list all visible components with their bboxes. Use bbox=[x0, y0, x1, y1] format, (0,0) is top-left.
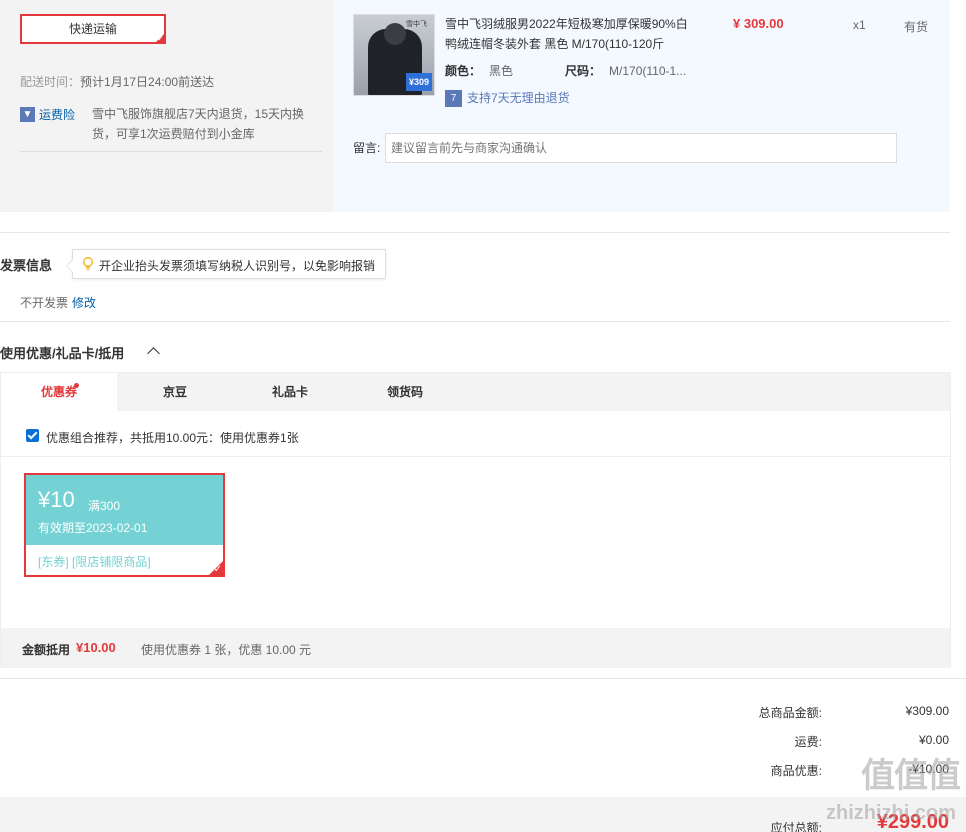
tab-jingdou[interactable]: 京豆 bbox=[117, 373, 233, 411]
watermark-logo: 值值值 bbox=[861, 757, 961, 795]
tab-label: 优惠券 bbox=[40, 385, 77, 399]
freight-insurance-link[interactable]: 运费险 bbox=[39, 106, 75, 123]
check-icon: ✓ bbox=[157, 34, 164, 43]
order-item-section: 快递运输 ✓ 配送时间：预计1月17日24:00前送达 ▼ 运费险 雪中飞服饰旗… bbox=[0, 0, 950, 212]
invoice-value: 不开发票 bbox=[20, 296, 69, 310]
size-key: 尺码： bbox=[565, 64, 602, 78]
discount-label: 商品优惠: bbox=[770, 764, 822, 778]
invoice-edit-link[interactable]: 修改 bbox=[72, 294, 96, 311]
notification-dot bbox=[74, 383, 79, 388]
delivery-time-key: 配送时间： bbox=[20, 75, 81, 89]
divider bbox=[0, 232, 950, 233]
delivery-time: 配送时间：预计1月17日24:00前送达 bbox=[20, 73, 214, 90]
image-price-badge: ¥309 bbox=[406, 73, 432, 91]
shield-icon: ▼ bbox=[20, 107, 35, 122]
check-icon: ✓ bbox=[213, 564, 222, 575]
coupon-expiry: 有效期至2023-02-01 bbox=[38, 521, 148, 535]
summary-value: ¥10.00 bbox=[76, 640, 116, 655]
shipping-method-label: 快递运输 bbox=[68, 22, 117, 36]
divider bbox=[20, 151, 322, 152]
tab-label: 京豆 bbox=[162, 385, 187, 399]
delivery-time-value: 预计1月17日24:00前送达 bbox=[80, 75, 215, 89]
freight-value: ¥0.00 bbox=[918, 733, 949, 747]
color-key: 颜色： bbox=[445, 64, 482, 78]
color-value: 黑色 bbox=[489, 64, 514, 78]
shipping-panel: 快递运输 ✓ 配送时间：预计1月17日24:00前送达 ▼ 运费险 雪中飞服饰旗… bbox=[0, 0, 333, 212]
discounts-title[interactable]: 使用优惠/礼品卡/抵用 bbox=[0, 343, 124, 362]
product-name-link[interactable]: 雪中飞羽绒服男2022年短极寒加厚保暖90%白鸭绒连帽冬装外套 黑色 M/170… bbox=[445, 14, 690, 54]
chevron-up-icon[interactable] bbox=[147, 347, 160, 360]
goods-total-value: ¥309.00 bbox=[905, 704, 949, 718]
coupon-tags: [东券] [限店铺限商品] bbox=[38, 555, 151, 569]
coupon-condition: 满300 bbox=[88, 499, 121, 513]
tab-redeem-code[interactable]: 领货码 bbox=[347, 373, 463, 411]
product-image[interactable]: 雪中飞 ¥309 bbox=[353, 14, 435, 96]
coupon-header: ¥10 满300 有效期至2023-02-01 bbox=[26, 475, 223, 545]
coupon-amount: ¥10 bbox=[38, 487, 75, 512]
invoice-tip-text: 开企业抬头发票须填写纳税人识别号，以免影响报销 bbox=[99, 259, 376, 273]
image-brand-text: 雪中飞 bbox=[406, 21, 427, 28]
stock-status: 有货 bbox=[904, 20, 929, 34]
discounts-panel: 优惠券 京豆 礼品卡 领货码 优惠组合推荐，共抵用10.00元：使用优惠券1张 … bbox=[0, 372, 951, 668]
shipping-method-express-button[interactable]: 快递运输 ✓ bbox=[20, 14, 166, 44]
freight-insurance-desc: 雪中飞服饰旗舰店7天内退货，15天内换货，可享1次运费赔付到小金库 bbox=[92, 107, 305, 141]
summary-desc: 使用优惠券 1 张，优惠 10.00 元 bbox=[141, 643, 312, 657]
watermark-site: zhizhizhi.com bbox=[826, 802, 956, 824]
discount-summary: 金额抵用 ¥10.00 使用优惠券 1 张，优惠 10.00 元 bbox=[1, 628, 950, 668]
invoice-title: 发票信息 bbox=[0, 258, 53, 273]
message-label: 留言: bbox=[353, 141, 381, 155]
combo-checkbox[interactable] bbox=[26, 429, 39, 442]
tab-label: 领货码 bbox=[386, 385, 423, 399]
product-price: ¥ 309.00 bbox=[733, 16, 784, 31]
divider bbox=[1, 456, 950, 457]
freight-label: 运费: bbox=[794, 735, 822, 749]
payable-label: 应付总额: bbox=[770, 821, 822, 832]
coupon-card[interactable]: ¥10 满300 有效期至2023-02-01 [东券] [限店铺限商品] ✓ bbox=[24, 473, 225, 577]
discount-tabs: 优惠券 京豆 礼品卡 领货码 bbox=[1, 373, 950, 411]
product-quantity: x1 bbox=[853, 18, 866, 32]
divider bbox=[0, 678, 966, 679]
size-value: M/170(110-1... bbox=[609, 64, 687, 78]
message-input[interactable] bbox=[385, 133, 897, 163]
tab-coupons[interactable]: 优惠券 bbox=[1, 373, 117, 411]
goods-total-label: 总商品金额: bbox=[758, 706, 822, 720]
summary-key: 金额抵用 bbox=[22, 643, 71, 657]
tab-label: 礼品卡 bbox=[271, 385, 308, 399]
seven-day-return-text[interactable]: 支持7天无理由退货 bbox=[467, 89, 570, 106]
combo-text: 优惠组合推荐，共抵用10.00元：使用优惠券1张 bbox=[46, 431, 299, 445]
lightbulb-icon bbox=[83, 257, 93, 270]
seven-day-return-icon: 7 bbox=[445, 90, 462, 107]
tab-gift-card[interactable]: 礼品卡 bbox=[232, 373, 348, 411]
divider bbox=[0, 321, 950, 322]
product-size: 尺码： M/170(110-1... bbox=[565, 62, 686, 79]
model-head-shape bbox=[384, 23, 406, 45]
invoice-tooltip: 开企业抬头发票须填写纳税人识别号，以免影响报销 bbox=[66, 249, 386, 279]
product-color: 颜色： 黑色 bbox=[445, 62, 513, 79]
